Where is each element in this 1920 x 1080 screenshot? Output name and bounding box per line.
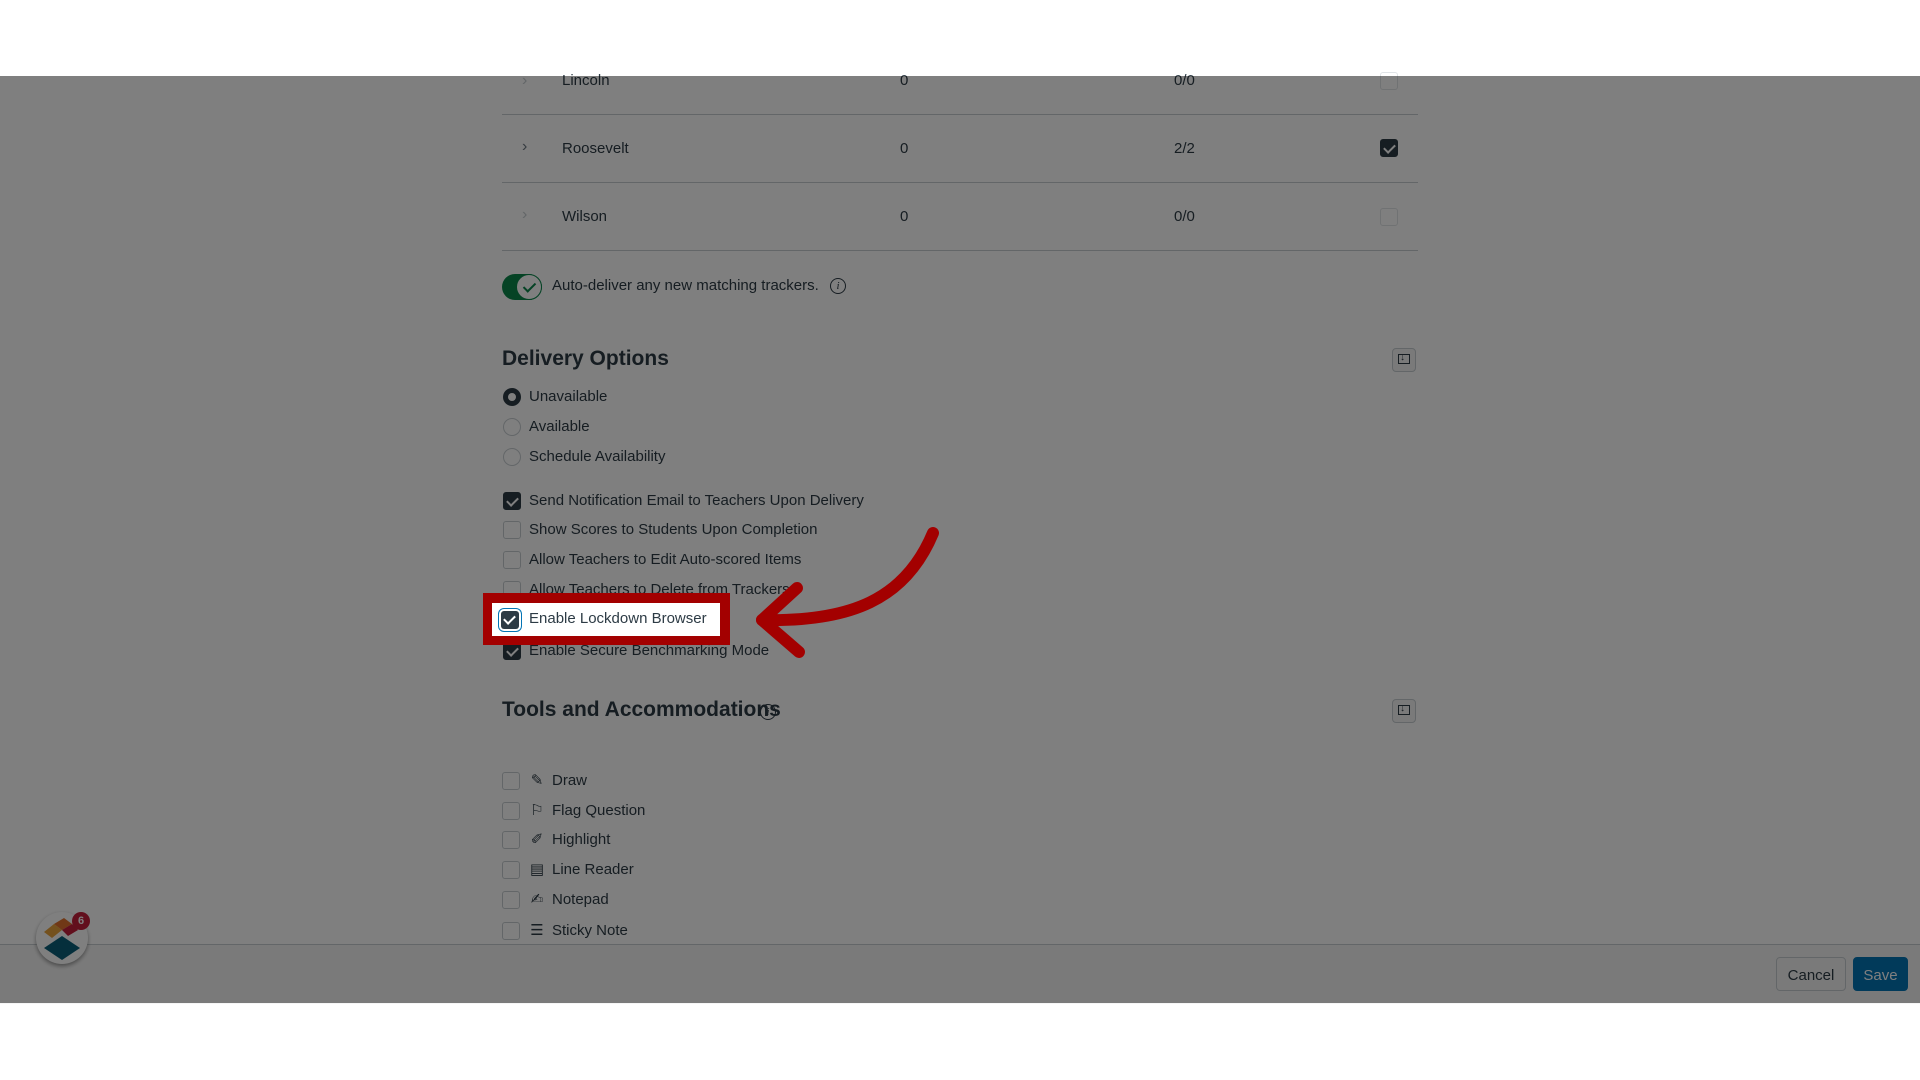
tracker-name: Roosevelt	[562, 140, 629, 157]
tool-checkbox[interactable]	[502, 772, 520, 790]
tracker-count: 0	[900, 208, 909, 225]
chevron-right-icon[interactable]: ›	[522, 206, 527, 224]
form-footer	[0, 944, 1920, 1004]
radio-label: Schedule Availability	[529, 448, 666, 465]
tracker-name: Lincoln	[562, 72, 610, 89]
allow-edit-checkbox[interactable]	[503, 551, 521, 569]
highlighter-icon: ✐	[530, 831, 544, 848]
auto-deliver-label: Auto-deliver any new matching trackers.	[552, 277, 819, 294]
tracker-count: 0	[900, 140, 909, 157]
show-scores-checkbox[interactable]	[503, 521, 521, 539]
tools-heading: Tools and Accommodations	[502, 698, 781, 721]
tracker-delivered: 2/2	[1174, 140, 1195, 157]
export-icon[interactable]	[1392, 699, 1416, 723]
row-divider	[502, 114, 1418, 115]
check-icon	[516, 274, 542, 300]
radio-available[interactable]	[503, 418, 521, 436]
tool-label: Sticky Note	[552, 922, 628, 939]
highlighted-label: Enable Lockdown Browser	[529, 610, 707, 627]
checkbox-label: Allow Teachers to Edit Auto-scored Items	[529, 551, 802, 568]
info-icon[interactable]: i	[830, 278, 846, 294]
tool-checkbox[interactable]	[502, 802, 520, 820]
tracker-delivered: 0/0	[1174, 72, 1195, 89]
tool-checkbox[interactable]	[502, 891, 520, 909]
tool-checkbox[interactable]	[502, 861, 520, 879]
notepad-icon: ✍	[530, 891, 544, 908]
sticky-note-icon: ☰	[530, 922, 544, 939]
table-row[interactable]: › Roosevelt 0 2/2	[502, 138, 1418, 182]
table-row[interactable]: › Wilson 0 0/0	[502, 206, 1418, 250]
notification-badge: 6	[72, 912, 90, 930]
tracker-select-checkbox[interactable]	[1380, 208, 1398, 226]
row-divider	[502, 250, 1418, 251]
tool-label: Draw	[552, 772, 588, 789]
send-notification-checkbox[interactable]	[503, 492, 521, 510]
tool-label: Highlight	[552, 831, 611, 848]
tracker-select-checkbox[interactable]	[1380, 72, 1398, 90]
table-row[interactable]: › Lincoln 0 0/0	[502, 70, 1418, 114]
cancel-button[interactable]: Cancel	[1776, 957, 1846, 991]
row-divider	[502, 182, 1418, 183]
lockdown-browser-checkbox-focused[interactable]	[501, 611, 519, 629]
auto-deliver-toggle[interactable]	[502, 274, 542, 300]
checkbox-label: Show Scores to Students Upon Completion	[529, 521, 818, 538]
tracker-count: 0	[900, 72, 909, 89]
tool-label: Line Reader	[552, 861, 634, 878]
info-icon[interactable]: i	[760, 704, 776, 720]
tracker-name: Wilson	[562, 208, 608, 225]
radio-unavailable[interactable]	[503, 388, 521, 406]
radio-label: Unavailable	[529, 388, 608, 405]
tool-checkbox[interactable]	[502, 831, 520, 849]
tool-label: Flag Question	[552, 802, 646, 819]
radio-schedule-availability[interactable]	[503, 448, 521, 466]
line-reader-icon: ▤	[529, 861, 545, 878]
draw-icon: ✎	[530, 772, 544, 789]
save-button[interactable]: Save	[1853, 957, 1908, 991]
flag-icon: ⚐	[530, 802, 544, 819]
tracker-select-checkbox[interactable]	[1380, 139, 1398, 157]
tool-checkbox[interactable]	[502, 922, 520, 940]
export-icon[interactable]	[1392, 348, 1416, 372]
checkbox-label: Send Notification Email to Teachers Upon…	[529, 492, 864, 509]
radio-label: Available	[529, 418, 590, 435]
tracker-delivered: 0/0	[1174, 208, 1195, 225]
chevron-right-icon[interactable]: ›	[522, 72, 527, 90]
tool-label: Notepad	[552, 891, 609, 908]
chevron-right-icon[interactable]: ›	[522, 138, 527, 156]
delivery-options-heading: Delivery Options	[502, 347, 669, 370]
